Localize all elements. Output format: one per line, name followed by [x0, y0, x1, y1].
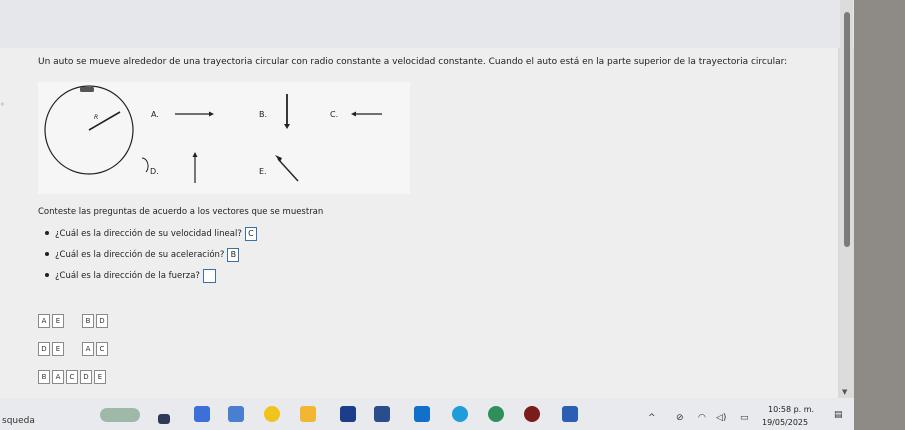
wifi-icon[interactable]: ◠: [698, 413, 706, 423]
answer-tile[interactable]: B: [82, 314, 94, 328]
file-explorer-icon[interactable]: [300, 406, 316, 422]
question-item: ¿Cuál es la dirección de su velocidad li…: [45, 223, 257, 244]
task-view-icon[interactable]: [158, 414, 170, 424]
scroll-down-arrow-icon[interactable]: ▼: [842, 388, 847, 396]
answer-tile[interactable]: D: [80, 370, 92, 384]
answer-tile[interactable]: A: [38, 314, 50, 328]
answer-drop-box[interactable]: [202, 268, 216, 283]
desktop-background: [854, 0, 905, 430]
answer-tile[interactable]: E: [94, 370, 106, 384]
edge-icon[interactable]: [452, 406, 468, 422]
answer-drop-box[interactable]: C: [244, 226, 257, 241]
browser-icon[interactable]: [488, 406, 504, 422]
meet-now-icon[interactable]: ⊘: [676, 413, 684, 423]
answer-tile[interactable]: D: [96, 314, 108, 328]
answer-tile[interactable]: B: [38, 370, 50, 384]
option-e-label: E.: [259, 167, 267, 176]
answer-tile[interactable]: C: [96, 342, 108, 356]
question-text: Un auto se mueve alrededor de una trayec…: [38, 57, 788, 67]
answer-tile-row: D E A C: [38, 342, 110, 356]
vector-c-head: [351, 111, 356, 117]
question-label: ¿Cuál es la dirección de la fuerza?: [55, 270, 200, 281]
teams-icon[interactable]: [228, 406, 244, 422]
chevron-up-icon[interactable]: ^: [648, 413, 656, 423]
vector-e-arrow: [277, 158, 299, 182]
bullet-icon: [45, 273, 49, 277]
clock-time[interactable]: 10:58 p. m.: [768, 405, 814, 414]
vector-a-head: [209, 111, 214, 117]
taskbar-search[interactable]: squeda: [2, 416, 35, 426]
notifications-icon[interactable]: ▤: [834, 410, 843, 420]
answer-tile[interactable]: C: [66, 370, 78, 384]
question-label: ¿Cuál es la dirección de su velocidad li…: [55, 228, 242, 239]
vector-b-head: [284, 124, 290, 129]
app-launcher-icon[interactable]: [340, 406, 356, 422]
option-d-label: D.: [150, 167, 159, 176]
instructions-text: Conteste las preguntas de acuerdo a los …: [38, 207, 324, 217]
window-top-area: [0, 0, 905, 48]
answer-tile[interactable]: A: [82, 342, 94, 356]
bullet-icon: [45, 231, 49, 235]
vector-d-head: [192, 152, 198, 157]
answer-tile[interactable]: E: [52, 314, 64, 328]
clock-date[interactable]: 19/05/2025: [762, 418, 808, 427]
outlook-icon[interactable]: [414, 406, 430, 422]
word-icon[interactable]: [562, 406, 578, 422]
store-icon[interactable]: [374, 406, 390, 422]
answer-tile[interactable]: E: [52, 342, 64, 356]
answer-tile[interactable]: D: [38, 342, 50, 356]
search-highlight-icon[interactable]: [100, 408, 140, 422]
volume-icon[interactable]: ◁): [716, 413, 726, 423]
option-a-label: A.: [151, 110, 159, 119]
answer-tile-row: B A C D E: [38, 370, 108, 384]
battery-icon[interactable]: ▭: [740, 413, 749, 423]
question-item: ¿Cuál es la dirección de la fuerza?: [45, 265, 257, 286]
bullet-icon: [45, 252, 49, 256]
widgets-icon[interactable]: [194, 406, 210, 422]
media-app-icon[interactable]: [524, 406, 540, 422]
car-icon: [80, 87, 94, 92]
answer-tile[interactable]: A: [52, 370, 64, 384]
scrollbar-thumb[interactable]: [844, 12, 850, 247]
question-list: ¿Cuál es la dirección de su velocidad li…: [45, 223, 257, 286]
diagram-svg: R: [44, 85, 382, 183]
chrome-icon[interactable]: [264, 406, 280, 422]
option-c-label: C.: [330, 110, 339, 119]
motion-arc-icon: [141, 157, 149, 173]
vector-e-head: [275, 155, 282, 162]
answer-tile-row: A E B D: [38, 314, 110, 328]
answer-drop-box[interactable]: B: [227, 247, 240, 262]
margin-mark: ◦: [0, 100, 5, 109]
question-label: ¿Cuál es la dirección de su aceleración?: [55, 249, 225, 260]
question-item: ¿Cuál es la dirección de su aceleración?…: [45, 244, 257, 265]
option-b-label: B.: [259, 110, 268, 119]
radius-label: R: [94, 114, 98, 121]
